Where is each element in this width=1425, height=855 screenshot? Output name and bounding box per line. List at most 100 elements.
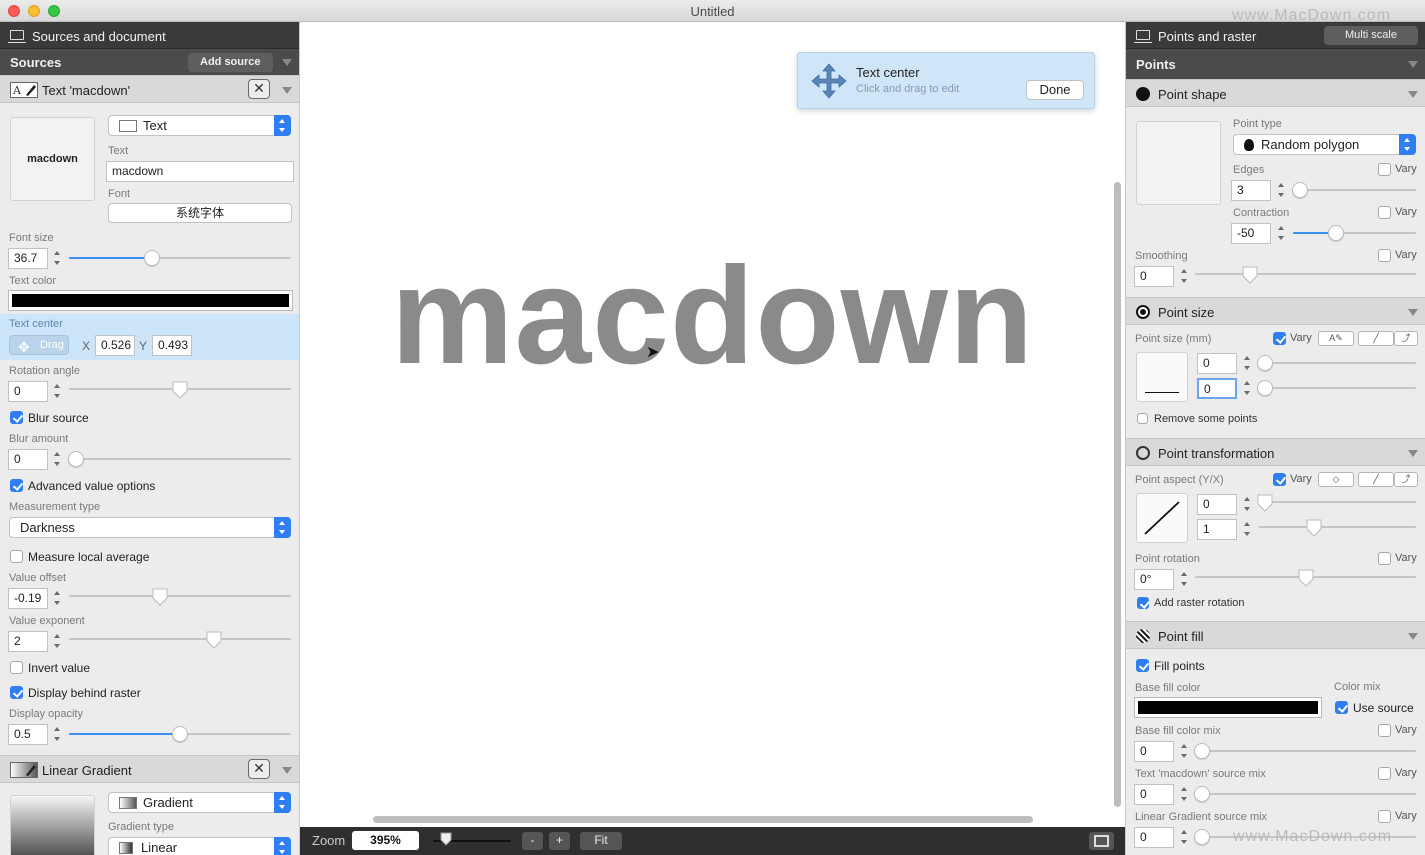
edges-stepper[interactable] bbox=[1277, 180, 1286, 200]
edges-input[interactable]: 3 bbox=[1231, 180, 1271, 201]
measure-local-checkbox[interactable] bbox=[10, 550, 23, 563]
edges-slider-knob[interactable] bbox=[1292, 182, 1308, 198]
multi-scale-button[interactable]: Multi scale bbox=[1324, 26, 1418, 45]
point-fill-header[interactable]: Point fill bbox=[1126, 621, 1425, 649]
vary-curve-button[interactable]: ⤴ bbox=[1394, 331, 1418, 346]
point-size-min-slider-track[interactable] bbox=[1258, 362, 1416, 364]
blur-amount-slider-track[interactable] bbox=[69, 458, 291, 460]
value-offset-stepper[interactable] bbox=[53, 588, 62, 608]
value-offset-slider-knob[interactable] bbox=[152, 588, 168, 606]
point-rotation-slider-knob[interactable] bbox=[1298, 569, 1314, 587]
point-size-max-slider-track[interactable] bbox=[1258, 387, 1416, 389]
gradient-source-mix-stepper[interactable] bbox=[1180, 827, 1189, 847]
smoothing-slider-track[interactable] bbox=[1195, 273, 1416, 275]
vary-linear-button[interactable]: ╱ bbox=[1358, 331, 1394, 346]
base-fill-mix-input[interactable]: 0 bbox=[1134, 741, 1174, 762]
add-source-button[interactable]: Add source bbox=[188, 53, 273, 72]
chevron-down-icon[interactable] bbox=[1408, 633, 1418, 640]
vary-curve-button[interactable]: ⤴ bbox=[1394, 472, 1418, 487]
vary-by-source-button[interactable]: ◇ bbox=[1318, 472, 1354, 487]
font-size-stepper[interactable] bbox=[53, 248, 62, 268]
point-rotation-stepper[interactable] bbox=[1180, 569, 1189, 589]
point-shape-header[interactable]: Point shape bbox=[1126, 79, 1425, 107]
chevron-down-icon[interactable] bbox=[1408, 450, 1418, 457]
point-aspect-min-stepper[interactable] bbox=[1243, 494, 1252, 514]
display-opacity-input[interactable]: 0.5 bbox=[8, 724, 48, 745]
vary-linear-button[interactable]: ╱ bbox=[1358, 472, 1394, 487]
invert-value-checkbox[interactable] bbox=[10, 661, 23, 674]
text-source-mix-slider-knob[interactable] bbox=[1194, 786, 1210, 802]
text-source-mix-stepper[interactable] bbox=[1180, 784, 1189, 804]
text-source-mix-slider-track[interactable] bbox=[1195, 793, 1416, 795]
rotation-input[interactable]: 0 bbox=[8, 381, 48, 402]
chevron-down-icon[interactable] bbox=[1408, 309, 1418, 316]
gradient-kind-select[interactable]: Linear bbox=[108, 837, 291, 855]
point-type-select[interactable]: Random polygon bbox=[1233, 134, 1416, 155]
value-exponent-slider-track[interactable] bbox=[69, 638, 291, 640]
zoom-slider-knob[interactable] bbox=[440, 832, 452, 846]
point-size-max-slider-knob[interactable] bbox=[1257, 380, 1273, 396]
text-source-mix-input[interactable]: 0 bbox=[1134, 784, 1174, 805]
remove-points-checkbox[interactable] bbox=[1137, 413, 1148, 424]
point-size-min-stepper[interactable] bbox=[1243, 353, 1252, 373]
done-button[interactable]: Done bbox=[1026, 80, 1084, 100]
vertical-scrollbar[interactable] bbox=[1114, 182, 1121, 807]
point-size-min-slider-knob[interactable] bbox=[1257, 355, 1273, 371]
source-gradient-header[interactable]: Linear Gradient ✕ bbox=[0, 755, 299, 783]
point-aspect-max-slider-knob[interactable] bbox=[1306, 519, 1322, 537]
value-offset-input[interactable]: -0.19 bbox=[8, 588, 48, 609]
font-size-slider-knob[interactable] bbox=[144, 250, 160, 266]
smoothing-stepper[interactable] bbox=[1180, 266, 1189, 286]
contraction-slider-knob[interactable] bbox=[1328, 225, 1344, 241]
gradient-source-mix-input[interactable]: 0 bbox=[1134, 827, 1174, 848]
contraction-stepper[interactable] bbox=[1277, 223, 1286, 243]
blur-amount-slider-knob[interactable] bbox=[68, 451, 84, 467]
rotation-slider-knob[interactable] bbox=[172, 381, 188, 399]
center-y-input[interactable]: 0.493 bbox=[152, 335, 192, 356]
point-size-max-stepper[interactable] bbox=[1243, 378, 1252, 398]
contraction-input[interactable]: -50 bbox=[1231, 223, 1271, 244]
point-transformation-header[interactable]: Point transformation bbox=[1126, 438, 1425, 466]
blur-amount-input[interactable]: 0 bbox=[8, 449, 48, 470]
zoom-fit-button[interactable]: Fit bbox=[580, 832, 622, 850]
smoothing-vary-checkbox[interactable] bbox=[1378, 249, 1391, 262]
source-text-header[interactable]: A Text 'macdown' ✕ bbox=[0, 75, 299, 103]
point-rotation-input[interactable]: 0° bbox=[1134, 569, 1174, 590]
use-source-checkbox[interactable] bbox=[1335, 701, 1348, 714]
canvas[interactable]: macdown ➤ Text center Click and drag to … bbox=[300, 22, 1125, 827]
point-aspect-min-input[interactable]: 0 bbox=[1197, 494, 1237, 515]
smoothing-slider-knob[interactable] bbox=[1242, 266, 1258, 284]
smoothing-input[interactable]: 0 bbox=[1134, 266, 1174, 287]
chevron-down-icon[interactable] bbox=[1408, 61, 1418, 68]
blur-amount-stepper[interactable] bbox=[53, 449, 62, 469]
remove-source-button[interactable]: ✕ bbox=[248, 759, 270, 779]
display-behind-checkbox[interactable] bbox=[10, 686, 23, 699]
point-aspect-vary-checkbox[interactable] bbox=[1273, 473, 1286, 486]
zoom-input[interactable]: 395% bbox=[352, 831, 419, 850]
text-input[interactable]: macdown bbox=[106, 161, 294, 182]
advanced-options-checkbox[interactable] bbox=[10, 479, 23, 492]
value-exponent-input[interactable]: 2 bbox=[8, 631, 48, 652]
base-mix-vary-checkbox[interactable] bbox=[1378, 724, 1391, 737]
chevron-down-icon[interactable] bbox=[282, 59, 292, 66]
display-opacity-slider-knob[interactable] bbox=[172, 726, 188, 742]
value-exponent-slider-knob[interactable] bbox=[206, 631, 222, 649]
value-exponent-stepper[interactable] bbox=[53, 631, 62, 651]
base-fill-mix-slider-track[interactable] bbox=[1195, 750, 1416, 752]
point-size-header[interactable]: Point size bbox=[1126, 297, 1425, 325]
point-aspect-max-input[interactable]: 1 bbox=[1197, 519, 1237, 540]
value-offset-slider-track[interactable] bbox=[69, 595, 291, 597]
point-aspect-max-stepper[interactable] bbox=[1243, 519, 1252, 539]
chevron-down-icon[interactable] bbox=[282, 767, 292, 774]
font-size-input[interactable]: 36.7 bbox=[8, 248, 48, 269]
point-aspect-max-slider-track[interactable] bbox=[1258, 526, 1416, 528]
rotation-stepper[interactable] bbox=[53, 381, 62, 401]
chevron-down-icon[interactable] bbox=[1408, 91, 1418, 98]
point-size-min-input[interactable]: 0 bbox=[1197, 353, 1237, 374]
source-type-select[interactable]: Text bbox=[108, 115, 291, 136]
point-size-max-input[interactable]: 0 bbox=[1197, 378, 1237, 399]
point-size-vary-checkbox[interactable] bbox=[1273, 332, 1286, 345]
edges-vary-checkbox[interactable] bbox=[1378, 163, 1391, 176]
zoom-out-button[interactable]: - bbox=[522, 832, 543, 850]
text-mix-vary-checkbox[interactable] bbox=[1378, 767, 1391, 780]
